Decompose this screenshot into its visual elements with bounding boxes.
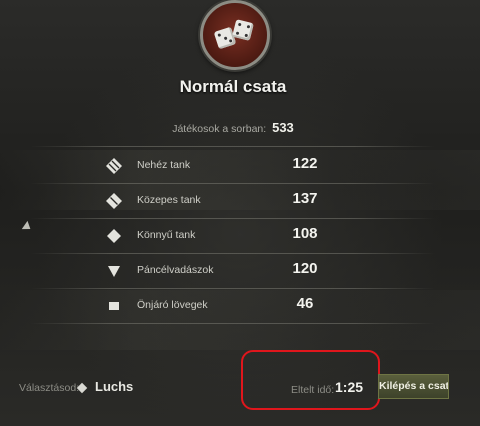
queue-info: Játékosok a sorban: 533 — [0, 120, 466, 135]
selected-tank-name: Luchs — [95, 379, 134, 394]
selection-label: Választásod: — [19, 382, 80, 394]
spg-icon — [109, 302, 119, 310]
tank-class-count: 122 — [292, 155, 318, 172]
divider — [30, 323, 435, 324]
medium-tank-icon — [106, 193, 122, 209]
tank-class-label: Közepes tank — [137, 194, 201, 206]
tank-class-count: 137 — [292, 190, 318, 207]
tank-class-count: 120 — [292, 260, 318, 277]
leave-battle-button[interactable]: Kilépés a csatá — [378, 374, 449, 399]
tank-class-label: Nehéz tank — [137, 159, 191, 171]
dice-icon — [212, 15, 258, 55]
tank-class-row-spg: Önjáró lövegek 46 — [0, 289, 480, 323]
queue-total: 533 — [272, 120, 294, 135]
tank-class-row-destroyer: Páncélvadászok 120 — [0, 254, 480, 288]
tank-class-row-heavy: Nehéz tank 122 — [0, 149, 480, 183]
tank-class-row-light: Könnyű tank 108 — [0, 219, 480, 253]
elapsed-time-label: Eltelt idő: — [291, 384, 335, 396]
heavy-tank-icon — [106, 158, 122, 174]
light-tank-icon — [107, 229, 121, 243]
tank-class-label: Páncélvadászok — [137, 264, 214, 276]
divider — [30, 146, 435, 147]
battle-mode-emblem — [200, 0, 270, 70]
tank-class-label: Könnyű tank — [137, 229, 196, 241]
elapsed-time-value: 1:25 — [335, 379, 364, 395]
tank-class-row-medium: Közepes tank 137 — [0, 184, 480, 218]
tank-class-label: Önjáró lövegek — [137, 299, 208, 311]
battle-title: Normál csata — [179, 77, 287, 96]
queue-label: Játékosok a sorban: — [172, 123, 267, 135]
tank-class-count: 46 — [296, 295, 314, 312]
light-tank-icon — [76, 382, 88, 394]
tank-destroyer-icon — [108, 266, 120, 277]
tank-class-count: 108 — [292, 225, 318, 242]
